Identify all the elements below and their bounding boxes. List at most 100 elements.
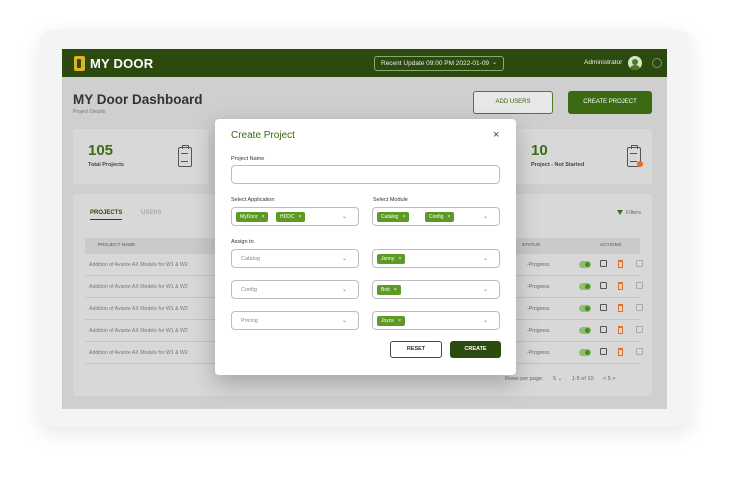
assign-module-select[interactable]: Catalog ⌄ [231,249,359,268]
page-title: MY Door Dashboard [73,92,203,107]
user-chip: Jenny × [377,254,406,264]
page-subtitle: Project Details [73,109,106,115]
recent-update-dropdown[interactable]: Recent Update 09:00 PM 2022-01-09 ⌄ [374,56,504,71]
user-name: Administrator [584,59,623,66]
alert-dot-icon [637,161,643,167]
delete-icon[interactable] [618,282,623,290]
status-toggle[interactable] [579,305,591,312]
next-page-button[interactable]: > [612,376,615,382]
module-chip: Config × [425,212,455,222]
status-toggle[interactable] [579,261,591,268]
filters-label: Filters [626,210,641,216]
stat-card-total-projects: 105 Total Projects [73,129,208,184]
user-chip: Bob × [377,285,401,295]
column-header-status: STATUS [522,243,541,248]
project-name-cell: Addition of Avante AX Models for W1 & W2 [89,306,188,312]
avatar[interactable] [628,56,642,70]
share-icon[interactable] [636,282,643,289]
application-chip: MyDoor × [236,212,269,222]
edit-icon[interactable] [600,304,607,311]
edit-icon[interactable] [600,348,607,355]
pagination: Rows per page: 5 ⌄ 1-5 of 10 < 5 > [505,376,616,382]
rows-per-page-label: Rows per page: [505,376,544,382]
assign-user-select[interactable]: Jenny × ⌄ [372,249,500,268]
assign-module-value: Catalog [241,256,260,262]
power-icon[interactable] [652,58,662,68]
share-icon[interactable] [636,260,643,267]
assign-user-select[interactable]: Joyce × ⌄ [372,311,500,330]
project-name-label: Project Name [231,156,265,162]
share-icon[interactable] [636,326,643,333]
status-cell: -Progress [527,350,550,356]
chip-remove-icon[interactable]: × [298,214,301,220]
module-multiselect[interactable]: Catalog × Config × ⌄ [372,207,500,226]
assign-module-value: Pricing [241,318,258,324]
reset-button[interactable]: RESET [390,341,442,358]
stat-value: 10 [531,142,548,159]
select-module-label: Select Module [373,197,408,203]
stat-card-not-started: 10 Project - Not Started [516,129,652,184]
chevron-down-icon: ⌄ [491,60,497,66]
delete-icon[interactable] [618,348,623,356]
stat-label: Total Projects [88,162,124,168]
chip-remove-icon[interactable]: × [398,256,401,262]
delete-icon[interactable] [618,326,623,334]
tab-projects[interactable]: PROJECTS [90,210,123,220]
assign-to-label: Assign to [231,239,254,245]
user-chip: Joyce × [377,316,405,326]
chip-remove-icon[interactable]: × [402,214,405,220]
project-name-cell: Addition of Avante AX Models for W1 & W2 [89,284,188,290]
application-multiselect[interactable]: MyDoor × HDDC × ⌄ [231,207,359,226]
close-icon[interactable]: × [493,130,499,141]
chip-remove-icon[interactable]: × [398,318,401,324]
share-icon[interactable] [636,348,643,355]
select-application-label: Select Application [231,197,275,203]
chevron-down-icon: ⌄ [482,318,488,324]
add-users-button[interactable]: ADD USERS [473,91,553,114]
assign-module-select[interactable]: Pricing ⌄ [231,311,359,330]
clipboard-icon [178,145,192,167]
tab-users[interactable]: USERS [141,210,162,216]
chevron-down-icon: ⌄ [557,376,563,382]
edit-icon[interactable] [600,282,607,289]
create-project-button[interactable]: CREATE PROJECT [568,91,652,114]
filters-button[interactable]: Filters [617,210,641,216]
project-name-input[interactable] [231,165,500,184]
status-toggle[interactable] [579,327,591,334]
project-name-cell: Addition of Avante AX Models for W1 & W2 [89,262,188,268]
app-logo-text: MY DOOR [90,56,154,71]
module-chip: Catalog × [377,212,410,222]
delete-icon[interactable] [618,304,623,312]
filter-icon [617,210,624,216]
chevron-down-icon: ⌄ [341,214,347,220]
status-toggle[interactable] [579,283,591,290]
status-cell: -Progress [527,306,550,312]
assign-user-select[interactable]: Bob × ⌄ [372,280,500,299]
chip-remove-icon[interactable]: × [262,214,265,220]
chip-remove-icon[interactable]: × [394,287,397,293]
assign-module-select[interactable]: Config ⌄ [231,280,359,299]
status-cell: -Progress [527,284,550,290]
chevron-down-icon: ⌄ [482,287,488,293]
prev-page-button[interactable]: < [603,376,606,382]
chip-remove-icon[interactable]: × [447,214,450,220]
status-toggle[interactable] [579,349,591,356]
create-button[interactable]: CREATE [450,341,501,358]
delete-icon[interactable] [618,260,623,268]
project-name-cell: Addition of Avante AX Models for W1 & W2 [89,350,188,356]
chevron-down-icon: ⌄ [341,287,347,293]
create-project-modal: Create Project × Project Name Select App… [215,119,516,375]
edit-icon[interactable] [600,326,607,333]
application-chip: HDDC × [276,212,306,222]
chevron-down-icon: ⌄ [482,214,488,220]
rows-per-page-select[interactable]: 5 ⌄ [553,376,562,382]
top-navbar: MY DOOR Recent Update 09:00 PM 2022-01-0… [62,49,667,77]
stat-value: 105 [88,142,114,159]
assign-module-value: Config [241,287,257,293]
share-icon[interactable] [636,304,643,311]
edit-icon[interactable] [600,260,607,267]
modal-title: Create Project [231,130,295,141]
chevron-down-icon: ⌄ [341,318,347,324]
status-cell: -Progress [527,328,550,334]
chevron-down-icon: ⌄ [482,256,488,262]
